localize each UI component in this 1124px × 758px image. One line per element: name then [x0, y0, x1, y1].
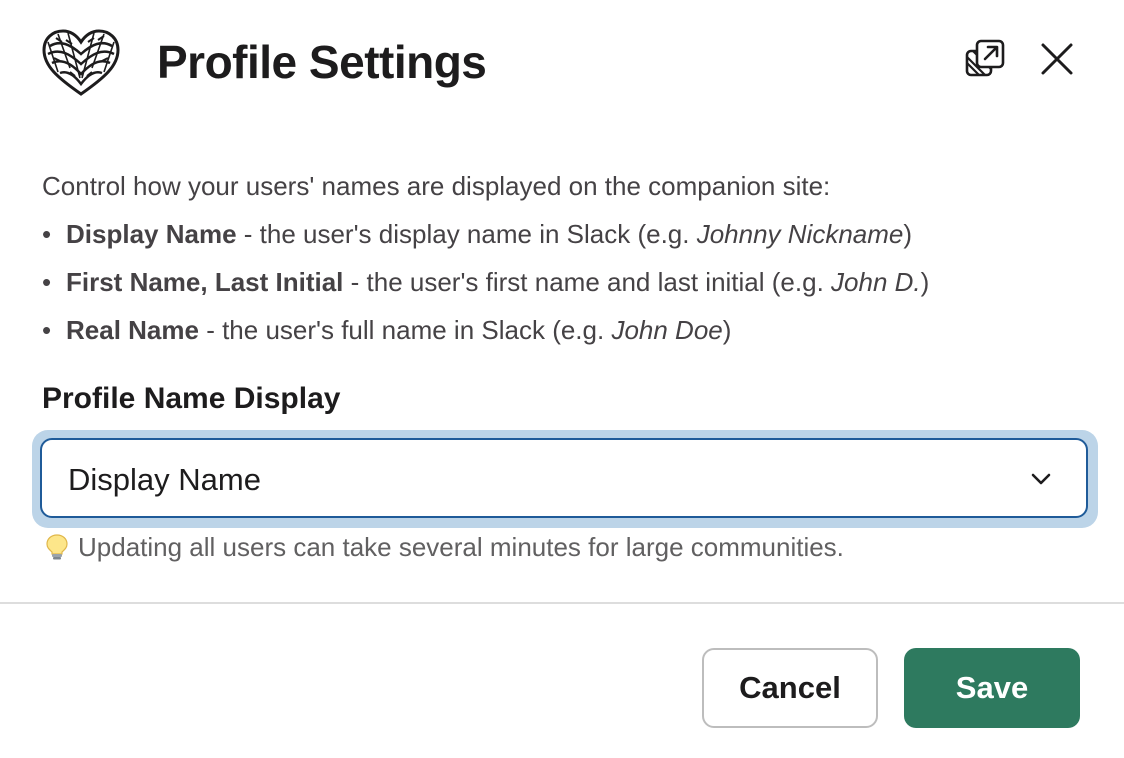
- option-real-name: • Real Name - the user's full name in Sla…: [42, 306, 1092, 354]
- cancel-button[interactable]: Cancel: [702, 648, 878, 728]
- option-name: Real Name: [66, 315, 199, 345]
- select-focus-ring: Display Name: [32, 430, 1098, 528]
- option-text: - the user's display name in Slack (e.g.: [236, 219, 697, 249]
- popout-button[interactable]: [962, 38, 1008, 84]
- option-text: - the user's first name and last initial…: [343, 267, 832, 297]
- option-example: John Doe: [611, 315, 723, 345]
- profile-name-display-label: Profile Name Display: [42, 382, 341, 415]
- bullet: •: [42, 267, 52, 297]
- modal-body: Control how your users' names are displa…: [42, 162, 1092, 354]
- chevron-down-icon: [1030, 468, 1052, 490]
- select-value: Display Name: [68, 462, 261, 497]
- option-suffix: ): [903, 219, 913, 249]
- close-icon: [1037, 39, 1077, 84]
- option-example: John D.: [831, 267, 921, 297]
- close-button[interactable]: [1034, 38, 1080, 84]
- modal-title: Profile Settings: [157, 36, 487, 88]
- update-hint: Updating all users can take several minu…: [44, 528, 844, 566]
- name-options-list: • Display Name - the user's display name …: [42, 210, 1092, 354]
- hint-text: Updating all users can take several minu…: [78, 532, 844, 562]
- rope-heart-logo-icon: [40, 28, 122, 98]
- save-button[interactable]: Save: [904, 648, 1080, 728]
- profile-settings-modal: Profile Settings Control how your users'…: [0, 0, 1124, 758]
- lightbulb-icon: [44, 533, 70, 561]
- profile-name-display-select[interactable]: Display Name: [40, 438, 1088, 518]
- option-display-name: • Display Name - the user's display name …: [42, 210, 1092, 258]
- popout-icon: [963, 37, 1007, 86]
- bullet: •: [42, 315, 52, 345]
- option-example: Johnny Nickname: [696, 219, 904, 249]
- option-text: - the user's full name in Slack (e.g.: [198, 315, 612, 345]
- modal-header: Profile Settings: [0, 0, 1124, 125]
- option-name: First Name, Last Initial: [66, 267, 344, 297]
- bullet: •: [42, 219, 52, 249]
- footer-divider: [0, 602, 1124, 604]
- description-intro: Control how your users' names are displa…: [42, 171, 831, 201]
- option-suffix: ): [722, 315, 732, 345]
- option-first-name-last-initial: • First Name, Last Initial - the user's f…: [42, 258, 1092, 306]
- option-name: Display Name: [66, 219, 237, 249]
- option-suffix: ): [920, 267, 930, 297]
